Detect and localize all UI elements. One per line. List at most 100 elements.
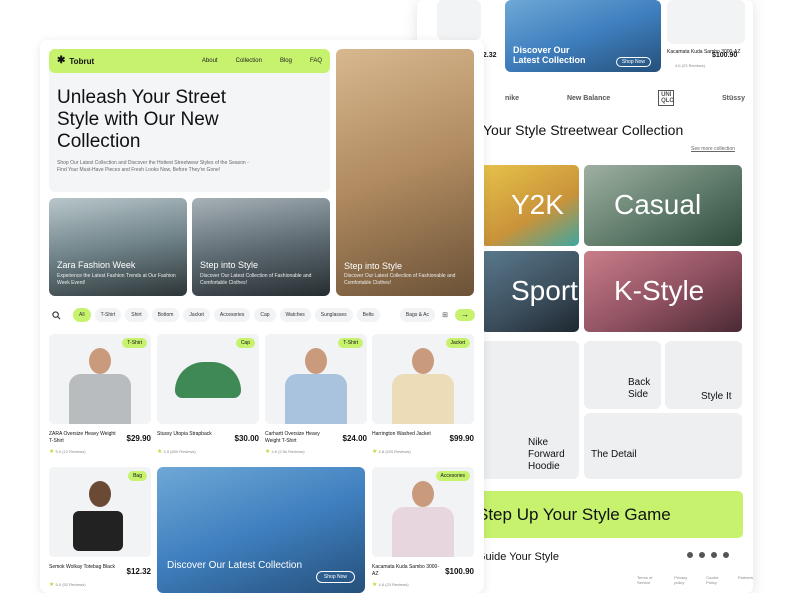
product-rating: 4.6 (23 Reviews)	[675, 63, 706, 68]
footer-title: Guide Your Style	[477, 551, 559, 563]
product-image: Bag	[49, 467, 151, 557]
rating-text: 5.0 (12 Reviews)	[55, 449, 86, 454]
product-card[interactable]: Jacket Harrington Washed Jacket $99.90 ★…	[372, 334, 474, 464]
product-rating: ★ 4.6 (2.5k Reviews)	[265, 448, 305, 455]
category-filter-bar: All T-Shirt Shirt Bottom Jacket Accesori…	[49, 306, 475, 324]
filter-chip-tshirt[interactable]: T-Shirt	[94, 308, 122, 322]
cap-shape	[175, 362, 241, 398]
filter-actions: Bags & Ac ⊞ →	[399, 308, 475, 322]
product-card[interactable]: Bag Semok Wolkay Totebag Black $12.32 ★ …	[49, 467, 151, 593]
hero-feature-card[interactable]: Step into Style Discover Our Latest Coll…	[336, 49, 474, 296]
product-name: Semok Wolkay Totebag Black	[49, 564, 115, 570]
facebook-icon[interactable]	[723, 552, 729, 558]
product-price: $30.00	[234, 434, 259, 443]
rating-text: 4.8 (520 Reviews)	[378, 449, 411, 454]
filter-chip-accesories[interactable]: Accesories	[213, 308, 251, 322]
totebag-shape	[73, 511, 123, 551]
nav-about[interactable]: About	[202, 58, 218, 64]
grid-view-icon[interactable]: ⊞	[439, 309, 451, 321]
filter-chip-sunglasses[interactable]: Sunglasses	[314, 308, 353, 322]
footer-link[interactable]: Partners	[738, 575, 753, 585]
social-icons	[687, 552, 729, 558]
star-icon: ★	[372, 582, 378, 588]
brand-logo-stussy[interactable]: Stüssy	[722, 95, 745, 102]
feature-title: Step into Style	[200, 260, 259, 270]
product-card[interactable]: T-Shirt Carhartt Oversize Heavy Weight T…	[265, 334, 367, 464]
hero-title: Unleash Your Street Style with Our New C…	[57, 87, 227, 152]
shop-now-button[interactable]: Shop Now	[315, 571, 355, 583]
brand-logo-uniqlo[interactable]: UNI QLO	[658, 90, 675, 106]
model-head-shape	[89, 348, 111, 374]
product-name: Carhartt Oversize Heavy Weight T-Shirt	[265, 431, 320, 444]
style-label: Sport	[511, 275, 578, 306]
shop-now-button[interactable]: Shop Now	[615, 57, 651, 67]
product-card[interactable]: Cap Stussy Utopia Strapback $30.00 ★ 4.5…	[157, 334, 259, 464]
star-icon: ★	[49, 449, 55, 455]
product-tag: Accesories	[435, 471, 470, 481]
product-price: $12.32	[126, 567, 151, 576]
product-card[interactable]: Accesories Kacamata Kuda Sambo 3000-AZ $…	[372, 467, 474, 593]
brand-logo-new-balance[interactable]: New Balance	[567, 95, 610, 102]
brand-logo-nike[interactable]: nike	[505, 95, 519, 102]
promo-banner-top[interactable]: Discover Our Latest Collection Shop Now	[505, 0, 661, 72]
instagram-icon[interactable]	[687, 552, 693, 558]
product-price: $24.00	[342, 434, 367, 443]
sunglasses-product-image[interactable]	[667, 0, 745, 44]
search-icon[interactable]	[49, 308, 63, 322]
tile-label: Back Side	[628, 377, 651, 400]
jacket-shape	[392, 374, 454, 424]
product-rating: ★ 5.0 (12 Reviews)	[49, 448, 86, 455]
model-head-shape	[412, 481, 434, 507]
style-label: Casual	[614, 189, 702, 220]
product-name: Stussy Utopia Strapback	[157, 431, 212, 437]
model-head-shape	[89, 481, 111, 507]
filter-chip-shirt[interactable]: Shirt	[125, 308, 148, 322]
promo-banner[interactable]: Discover Our Latest Collection Shop Now	[157, 467, 365, 593]
nav-collection[interactable]: Collection	[236, 58, 262, 64]
back-side-tile[interactable]: Back Side	[584, 341, 661, 409]
product-tag: Jacket	[445, 338, 470, 348]
nav-links: About Collection Blog FAQ	[202, 58, 322, 64]
style-it-tile[interactable]: Style It	[665, 341, 742, 409]
filter-chip-bottom[interactable]: Bottom	[151, 308, 180, 322]
product-image: Cap	[157, 334, 259, 424]
star-icon: ★	[372, 449, 378, 455]
hoodie-tile[interactable]: Nike Forward Hoodie	[481, 341, 579, 479]
rating-text: 4.6 (23 Reviews)	[378, 582, 409, 587]
see-more-link[interactable]: See more collection	[691, 146, 735, 152]
cta-banner[interactable]: Step Up Your Style Game	[477, 491, 743, 538]
product-tag: T-Shirt	[122, 338, 147, 348]
logo[interactable]: ✱ Tobrut	[57, 56, 94, 66]
filter-chip-cap[interactable]: Cap	[254, 308, 276, 322]
style-tile-k-style[interactable]: K-Style	[584, 251, 742, 332]
filter-chip-bags[interactable]: Bags & Ac	[399, 308, 435, 322]
footer-link[interactable]: Terms of Service	[637, 575, 666, 585]
style-tile-y2k[interactable]: Y2K	[481, 165, 579, 246]
bag-product-image[interactable]	[437, 0, 481, 40]
product-card[interactable]: T-Shirt ZARA Oversize Heavy Weight T-Shi…	[49, 334, 151, 464]
product-image: T-Shirt	[265, 334, 367, 424]
linkedin-icon[interactable]	[711, 552, 717, 558]
style-tile-sport[interactable]: Sport	[481, 251, 579, 332]
filter-chip-all[interactable]: All	[73, 308, 91, 322]
tile-label: Style It	[701, 391, 732, 402]
feature-card-zara[interactable]: Zara Fashion Week Experience the Latest …	[49, 198, 187, 296]
footer-link[interactable]: Cookie Policy	[706, 575, 730, 585]
filter-chip-watches[interactable]: Watches	[279, 308, 311, 322]
arrow-right-button[interactable]: →	[455, 309, 475, 321]
detail-tile[interactable]: The Detail	[584, 413, 742, 479]
filter-chip-jacket[interactable]: Jacket	[183, 308, 210, 322]
section-title: Your Style Streetwear Collection	[483, 122, 684, 138]
twitter-icon[interactable]	[699, 552, 705, 558]
star-icon: ★	[157, 449, 163, 455]
product-rating: ★ 4.6 (23 Reviews)	[372, 581, 409, 588]
filter-chip-belts[interactable]: Belts	[356, 308, 380, 322]
footer-link[interactable]: Privacy policy	[674, 575, 698, 585]
feature-card-style[interactable]: Step into Style Discover Our Latest Coll…	[192, 198, 330, 296]
promo-label: Discover Our Latest Collection	[167, 560, 303, 571]
style-tile-casual[interactable]: Casual	[584, 165, 742, 246]
product-price: $29.90	[126, 434, 151, 443]
logo-text: Tobrut	[69, 56, 95, 66]
nav-blog[interactable]: Blog	[280, 58, 292, 64]
nav-faq[interactable]: FAQ	[310, 58, 322, 64]
